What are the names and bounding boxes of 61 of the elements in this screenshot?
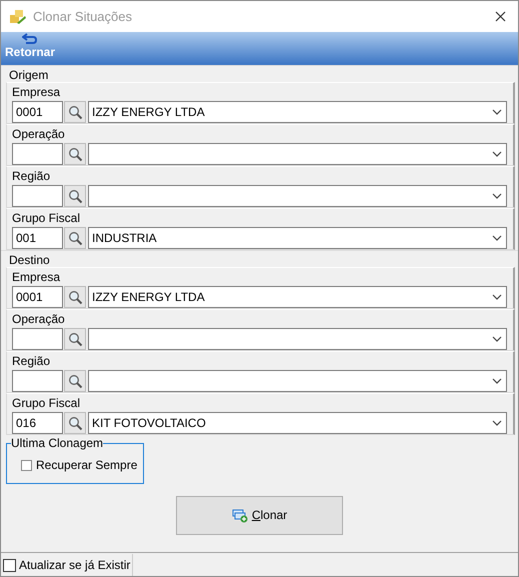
- field-label: Região: [12, 170, 50, 184]
- field-label: Região: [12, 355, 50, 369]
- search-button[interactable]: [64, 101, 86, 123]
- field-label: Grupo Fiscal: [12, 397, 80, 411]
- chevron-down-icon: [492, 420, 502, 426]
- chevron-down-icon: [492, 336, 502, 342]
- code-field[interactable]: [12, 328, 63, 350]
- code-field[interactable]: [12, 143, 63, 165]
- back-arrow-icon: [22, 33, 38, 46]
- section-title: Destino: [9, 253, 50, 267]
- app-icon: [9, 8, 27, 24]
- window-title: Clonar Situações: [33, 8, 132, 24]
- field-label: Operação: [12, 128, 65, 142]
- field-label: Empresa: [12, 271, 60, 285]
- field-label: Grupo Fiscal: [12, 212, 80, 226]
- code-field[interactable]: [12, 185, 63, 207]
- search-button[interactable]: [64, 412, 86, 434]
- chevron-down-icon: [492, 235, 502, 241]
- checkbox[interactable]: [3, 558, 16, 572]
- code-field[interactable]: [12, 370, 63, 392]
- close-icon: [495, 10, 506, 22]
- dropdown-field[interactable]: IZZY ENERGY LTDA: [88, 101, 507, 123]
- search-button[interactable]: [64, 328, 86, 350]
- code-field[interactable]: 0001: [12, 286, 63, 308]
- dropdown-field[interactable]: INDUSTRIA: [88, 227, 507, 249]
- code-field[interactable]: 016: [12, 412, 63, 434]
- chevron-down-icon: [492, 294, 502, 300]
- code-field[interactable]: 0001: [12, 101, 63, 123]
- search-button[interactable]: [64, 286, 86, 308]
- search-icon: [68, 230, 82, 246]
- group-title: Ultima Clonagem: [11, 436, 104, 450]
- dropdown-field[interactable]: [88, 370, 507, 392]
- dropdown-field[interactable]: [88, 143, 507, 165]
- checkbox-label: Recuperar Sempre: [36, 458, 138, 472]
- dropdown-field[interactable]: IZZY ENERGY LTDA: [88, 286, 507, 308]
- code-field[interactable]: 001: [12, 227, 63, 249]
- search-icon: [68, 104, 82, 120]
- search-icon: [68, 332, 82, 346]
- search-icon: [68, 188, 82, 204]
- dropdown-field[interactable]: [88, 328, 507, 350]
- chevron-down-icon: [492, 109, 502, 115]
- dropdown-field[interactable]: [88, 185, 507, 207]
- search-button[interactable]: [64, 370, 86, 392]
- checkbox[interactable]: [21, 460, 32, 471]
- chevron-down-icon: [492, 193, 502, 199]
- search-icon: [68, 374, 82, 388]
- field-label: Empresa: [12, 86, 60, 100]
- section-title: Origem: [9, 68, 48, 82]
- clone-icon: [232, 508, 248, 522]
- chevron-down-icon: [492, 378, 502, 384]
- search-icon: [68, 146, 82, 162]
- field-label: Operação: [12, 313, 65, 327]
- checkbox-label: Atualizar se já Existir: [19, 558, 130, 572]
- search-button[interactable]: [64, 185, 86, 207]
- search-button[interactable]: [64, 143, 86, 165]
- clone-button[interactable]: Clonar: [176, 496, 343, 535]
- search-button[interactable]: [64, 227, 86, 249]
- chevron-down-icon: [492, 151, 502, 157]
- dropdown-field[interactable]: KIT FOTOVOLTAICO: [88, 412, 507, 434]
- search-icon: [68, 290, 82, 304]
- search-icon: [68, 416, 82, 430]
